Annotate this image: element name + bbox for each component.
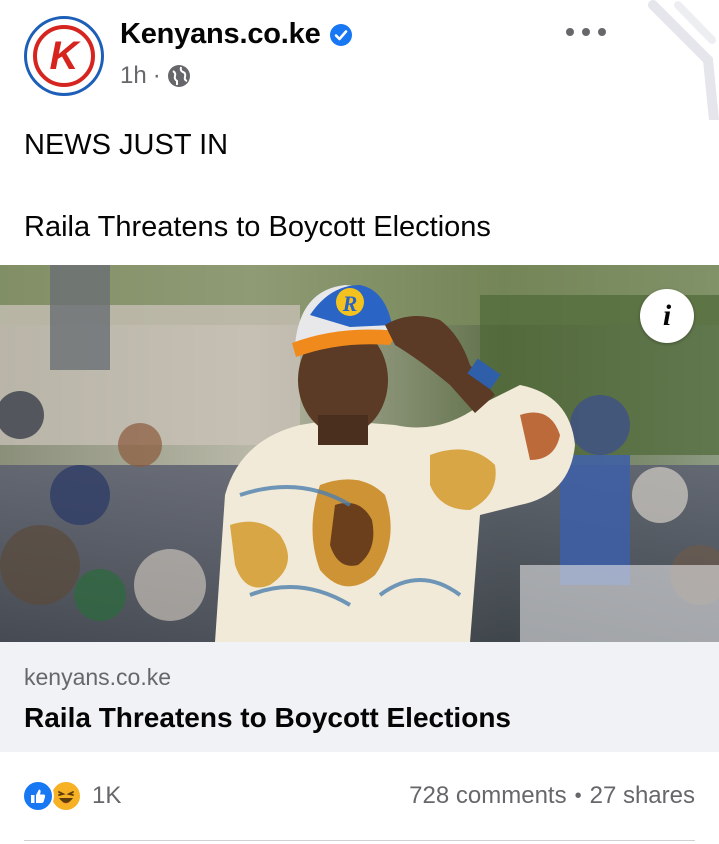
post-meta: 1h · [120,62,191,90]
page-name-link[interactable]: Kenyans.co.ke [120,18,321,51]
reaction-count: 1K [92,782,122,809]
engagement-stats: 728 comments • 27 shares [409,782,695,810]
stats-separator: • [574,784,582,807]
page-name-row: Kenyans.co.ke [120,18,353,51]
news-photo: R [0,265,719,642]
link-preview-image[interactable]: R [0,265,719,642]
post-text: NEWS JUST IN Raila Threatens to Boycott … [24,128,694,244]
verified-badge-icon [329,23,352,46]
post-timestamp[interactable]: 1h [120,62,147,90]
haha-reaction-icon [50,780,82,812]
info-icon: i [662,299,672,332]
more-options-icon-dot [582,28,590,36]
shares-count-link[interactable]: 27 shares [590,782,695,810]
post-text-line: NEWS JUST IN [24,129,229,161]
post-footer: 1K 728 comments • 27 shares [0,760,719,841]
meta-separator: · [152,62,161,89]
thumbs-up-icon [31,789,46,803]
more-options-icon-dot [566,28,574,36]
link-domain: kenyans.co.ke [24,664,172,690]
post-header: K Kenyans.co.ke 1h · [0,0,719,120]
comments-count-link[interactable]: 728 comments [409,782,566,810]
like-reaction-icon [22,780,54,812]
avatar-logo-letter: K [49,34,79,78]
link-title[interactable]: Raila Threatens to Boycott Elections [24,702,511,734]
page-avatar[interactable]: K [24,16,104,96]
link-preview-card[interactable]: kenyans.co.ke Raila Threatens to Boycott… [0,642,719,752]
globe-icon [167,65,190,87]
laughing-face-icon [58,791,74,804]
post-text-line: Raila Threatens to Boycott Elections [24,211,491,243]
reactions-summary[interactable]: 1K [22,780,121,812]
more-options-button[interactable] [566,22,606,42]
cap-logo: R [342,291,358,316]
footer-divider [24,840,695,841]
hide-post-icon[interactable] [648,0,719,120]
more-options-icon-dot [598,28,606,36]
avatar-logo: K [33,25,95,87]
info-button[interactable]: i [640,289,694,343]
